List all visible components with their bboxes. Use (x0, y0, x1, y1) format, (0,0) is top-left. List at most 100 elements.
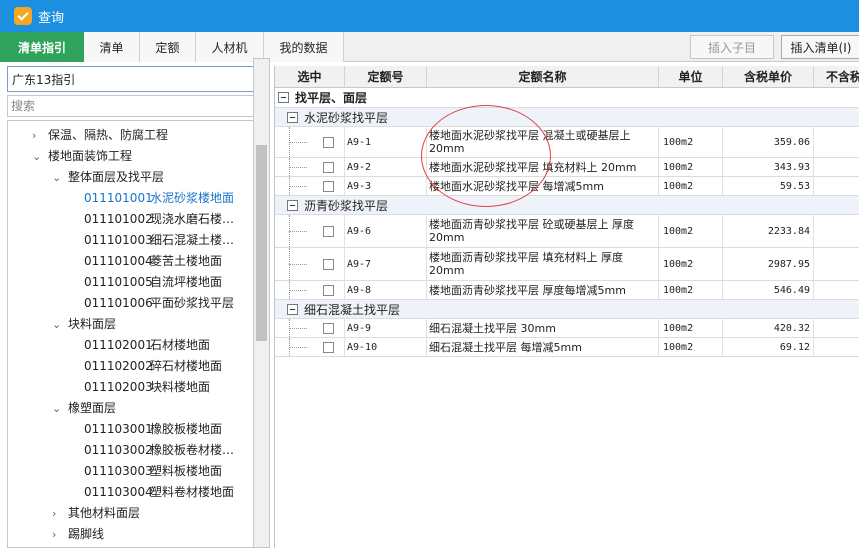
tree-node[interactable]: ⌄ 楼地面装饰工程 (32, 146, 132, 167)
tree-node-label: 细石混凝土楼… (150, 233, 235, 247)
collapse-icon[interactable] (287, 199, 298, 211)
tree-node[interactable]: 011101004菱苦土楼地面 (84, 251, 222, 272)
row-checkbox[interactable] (323, 161, 334, 173)
tab-list[interactable]: 清单 (84, 32, 140, 62)
tree-node[interactable]: 011102002碎石材楼地面 (84, 356, 222, 377)
tree-node[interactable]: › 踢脚线 (52, 524, 104, 545)
tab-list-guide[interactable]: 清单指引 (0, 32, 84, 62)
title-bar: 查询 (0, 0, 859, 32)
cell-name: 楼地面水泥砂浆找平层 填充材料上 20mm (427, 158, 659, 176)
tree-node[interactable]: 011101003细石混凝土楼… (84, 230, 234, 251)
table-row[interactable]: A9-7楼地面沥青砂浆找平层 填充材料上 厚度20mm100m22987.952 (275, 248, 859, 281)
tree-node-label: 碎石材楼地面 (150, 359, 223, 373)
tree-node[interactable]: 011103003塑料板楼地面 (84, 461, 222, 482)
select-cell[interactable] (275, 127, 345, 157)
row-checkbox[interactable] (323, 284, 334, 296)
tree-node-code: 011102001 (84, 338, 153, 352)
tree-node[interactable]: › 其他材料面层 (52, 503, 140, 524)
tree-node-code: 011102003 (84, 380, 153, 394)
chevron-down-icon[interactable]: ⌄ (32, 146, 48, 167)
cell-code: A9-8 (345, 281, 427, 299)
group-row-level1[interactable]: 找平层、面层 (275, 88, 859, 108)
tab-my-data[interactable]: 我的数据 (264, 32, 344, 62)
tree-node-label: 保温、隔热、防腐工程 (48, 128, 169, 142)
tree-node[interactable]: › 保温、隔热、防腐工程 (32, 125, 168, 146)
insert-list-button[interactable]: 插入清单(I) (781, 35, 859, 59)
tree-node[interactable]: 011101006平面砂浆找平层 (84, 293, 234, 314)
table-row[interactable]: A9-2 楼地面水泥砂浆找平层 填充材料上 20mm 100m2 343.93 (275, 158, 859, 177)
group-row-level2[interactable]: 水泥砂浆找平层 (275, 108, 859, 127)
tree-node[interactable]: 011103004塑料卷材楼地面 (84, 482, 234, 503)
tree-node[interactable]: ⌄ 橡塑面层 (52, 398, 116, 419)
row-checkbox[interactable] (323, 341, 334, 353)
table-row[interactable]: A9-3 楼地面水泥砂浆找平层 每增减5mm 100m2 59.53 (275, 177, 859, 196)
tree-node-code: 011103002 (84, 443, 153, 457)
select-cell[interactable] (275, 177, 345, 195)
select-cell[interactable] (275, 319, 345, 337)
cell-unit: 100m2 (659, 281, 723, 299)
chevron-right-icon[interactable]: › (52, 503, 68, 524)
cell-code: A9-6 (345, 215, 427, 247)
app-logo-icon (14, 7, 32, 25)
row-checkbox[interactable] (323, 180, 334, 192)
table-row[interactable]: A9-1 楼地面水泥砂浆找平层 混凝土或硬基层上 20mm 100m2 359.06 (275, 127, 859, 158)
tree-node[interactable]: 011101001水泥砂浆楼地面 (84, 188, 234, 209)
cell-unit: 100m2 (659, 338, 723, 356)
chevron-right-icon[interactable]: › (32, 125, 48, 146)
select-cell[interactable] (275, 281, 345, 299)
insert-child-button[interactable]: 插入子目 (690, 35, 774, 59)
group-row-level2[interactable]: 细石混凝土找平层 (275, 300, 859, 319)
cell-extra (814, 158, 859, 176)
chevron-right-icon[interactable]: › (52, 524, 68, 545)
tree-node[interactable]: 011102003块料楼地面 (84, 377, 210, 398)
collapse-icon[interactable] (287, 111, 298, 123)
group-title: 水泥砂浆找平层 (304, 110, 389, 125)
header-unit[interactable]: 单位 (659, 66, 723, 88)
row-checkbox[interactable] (323, 136, 334, 148)
tree-scrollbar[interactable] (253, 58, 270, 548)
cell-name: 楼地面水泥砂浆找平层 混凝土或硬基层上 20mm (427, 127, 659, 157)
cell-code: A9-10 (345, 338, 427, 356)
chevron-down-icon[interactable]: ⌄ (52, 167, 68, 188)
tree-node-label: 橡胶板楼地面 (150, 422, 223, 436)
row-checkbox[interactable] (323, 225, 334, 237)
tree-node[interactable]: 011101002现浇水磨石楼… (84, 209, 234, 230)
tab-quota[interactable]: 定额 (140, 32, 196, 62)
row-checkbox[interactable] (323, 258, 334, 270)
tree-node[interactable]: 011103002橡胶板卷材楼… (84, 440, 234, 461)
tree-node[interactable]: 011101005自流坪楼地面 (84, 272, 222, 293)
cell-unit: 100m2 (659, 319, 723, 337)
header-code[interactable]: 定额号 (345, 66, 427, 88)
cell-name: 楼地面沥青砂浆找平层 填充材料上 厚度20mm (427, 248, 659, 280)
select-cell[interactable] (275, 158, 345, 176)
table-row[interactable]: A9-8 楼地面沥青砂浆找平层 厚度每增减5mm 100m2 546.49 (275, 281, 859, 300)
select-cell[interactable] (275, 248, 345, 280)
chevron-down-icon[interactable]: ⌄ (52, 398, 68, 419)
category-tree: › 保温、隔热、防腐工程 ⌄ 楼地面装饰工程 ⌄ 整体面层及找平层 011101001水泥砂… (7, 120, 253, 548)
select-cell[interactable] (275, 215, 345, 247)
tree-node-code: 011102002 (84, 359, 153, 373)
cell-name: 细石混凝土找平层 每增减5mm (427, 338, 659, 356)
tree-node[interactable]: 011103001橡胶板楼地面 (84, 419, 222, 440)
tree-node-label: 橡胶板卷材楼… (150, 443, 235, 457)
tree-node[interactable]: 011102001石材楼地面 (84, 335, 210, 356)
select-cell[interactable] (275, 338, 345, 356)
scrollbar-thumb[interactable] (256, 145, 267, 341)
chevron-down-icon[interactable]: ⌄ (52, 314, 68, 335)
tree-node[interactable]: ⌄ 整体面层及找平层 (52, 167, 164, 188)
collapse-icon[interactable] (278, 92, 289, 103)
header-select[interactable]: 选中 (275, 66, 345, 88)
table-row[interactable]: A9-6 楼地面沥青砂浆找平层 砼或硬基层上 厚度20mm 100m2 2233.84 (275, 215, 859, 248)
tree-node[interactable]: ⌄ 块料面层 (52, 314, 116, 335)
table-row[interactable]: A9-10 细石混凝土找平层 每增减5mm 100m2 69.12 (275, 338, 859, 357)
group-row-level2[interactable]: 沥青砂浆找平层 (275, 196, 859, 215)
table-row[interactable]: A9-9 细石混凝土找平层 30mm 100m2 420.32 (275, 319, 859, 338)
collapse-icon[interactable] (287, 303, 298, 315)
header-name[interactable]: 定额名称 (427, 66, 659, 88)
header-price-with-tax[interactable]: 含税单价 (723, 66, 814, 88)
tab-bar: 清单指引 清单 定额 人材机 我的数据 插入子目 插入清单(I) (0, 32, 859, 62)
search-input[interactable] (7, 95, 270, 117)
header-price-without-tax[interactable]: 不含税 (814, 66, 859, 88)
row-checkbox[interactable] (323, 322, 334, 334)
library-select[interactable]: 广东13指引 (7, 66, 270, 92)
